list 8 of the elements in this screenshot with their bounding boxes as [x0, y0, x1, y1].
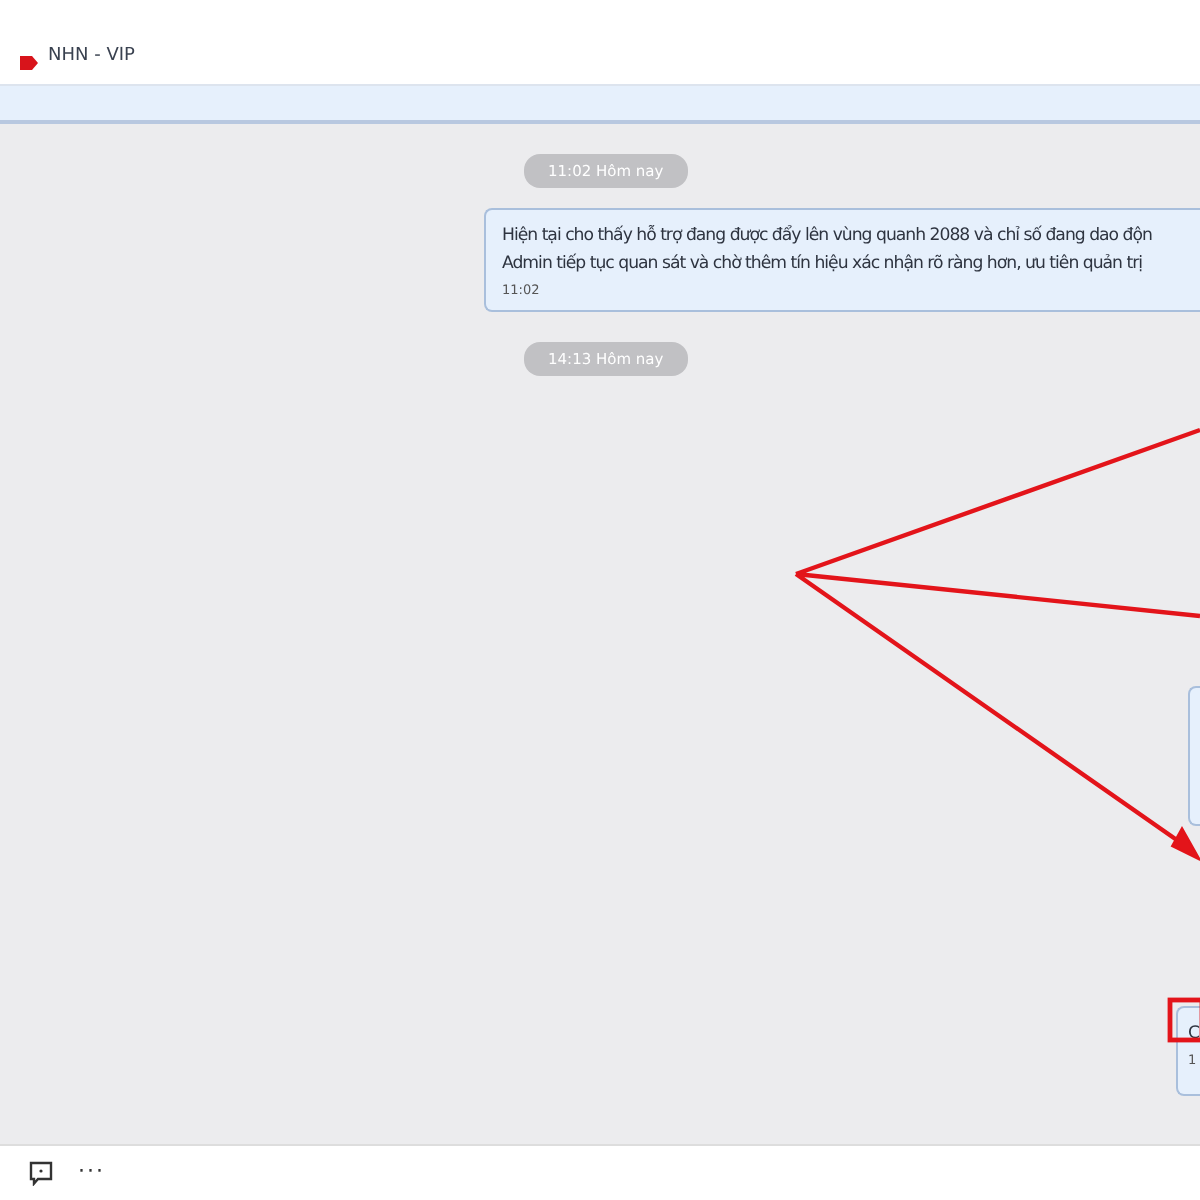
more-button[interactable]: ···: [78, 1156, 105, 1190]
chat-icon[interactable]: [28, 1160, 54, 1186]
message-text: Admin tiếp tục quan sát và chờ thêm tín hiệu xác nhận rõ ràng hơn, ưu tiên quản trị: [502, 251, 1145, 278]
chat-title: NHN - VIP: [48, 43, 135, 69]
tag-icon: [20, 56, 38, 70]
message-text: C: [1188, 1021, 1200, 1048]
message-bubble: [1188, 685, 1200, 826]
message-text: Hiện tại cho thấy hỗ trợ đang được đẩy lên vùng quanh 2088 và chỉ số đang dao độn: [502, 223, 1154, 250]
